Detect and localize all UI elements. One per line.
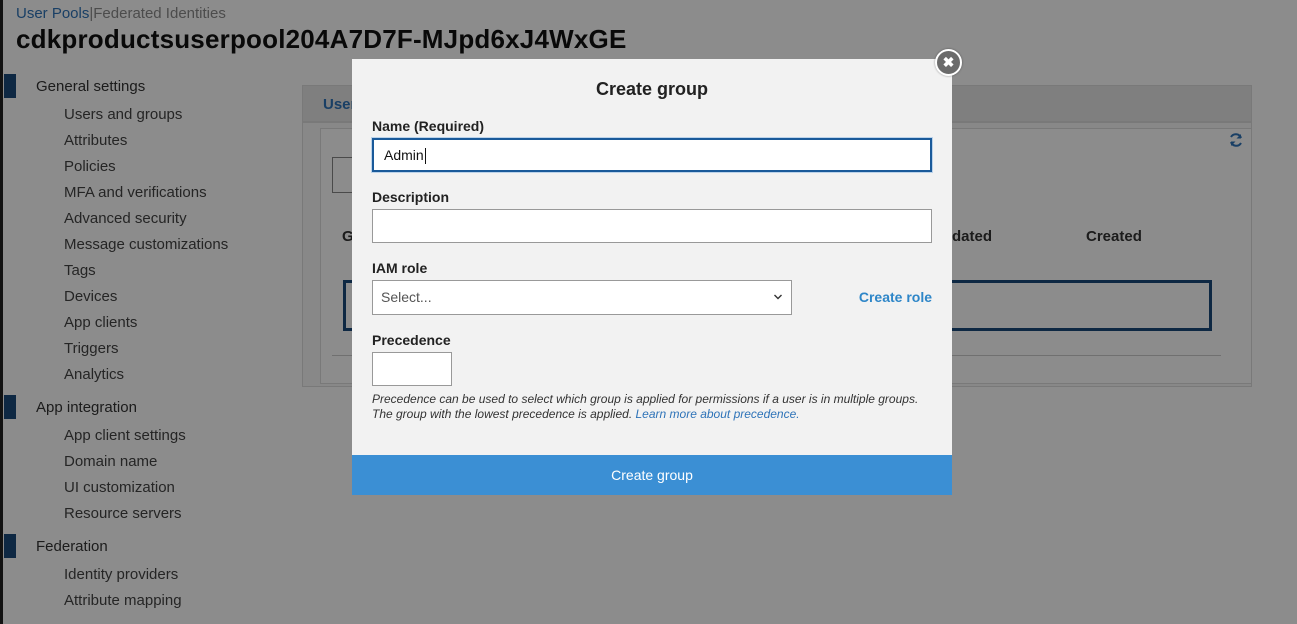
- description-label: Description: [372, 189, 450, 205]
- create-group-button[interactable]: Create group: [352, 455, 952, 495]
- close-icon[interactable]: ✖: [935, 49, 962, 76]
- precedence-help-text: Precedence can be used to select which g…: [372, 392, 932, 422]
- group-name-input[interactable]: Admin: [372, 138, 932, 172]
- group-name-value: Admin: [384, 147, 424, 163]
- dialog-title: Create group: [595, 79, 709, 99]
- precedence-input[interactable]: [372, 352, 452, 386]
- iam-role-select[interactable]: Select...: [372, 280, 792, 315]
- create-group-dialog: Create group Name (Required) Admin Descr…: [352, 59, 952, 495]
- learn-more-link[interactable]: Learn more about precedence.: [636, 407, 800, 421]
- precedence-label: Precedence: [372, 332, 451, 348]
- iam-role-label: IAM role: [372, 260, 428, 276]
- description-input[interactable]: [372, 209, 932, 243]
- create-role-link[interactable]: Create role: [859, 289, 932, 305]
- chevron-down-icon: [774, 294, 782, 300]
- name-label: Name (Required): [372, 118, 485, 134]
- iam-role-placeholder: Select...: [381, 289, 432, 305]
- text-caret: [424, 148, 426, 165]
